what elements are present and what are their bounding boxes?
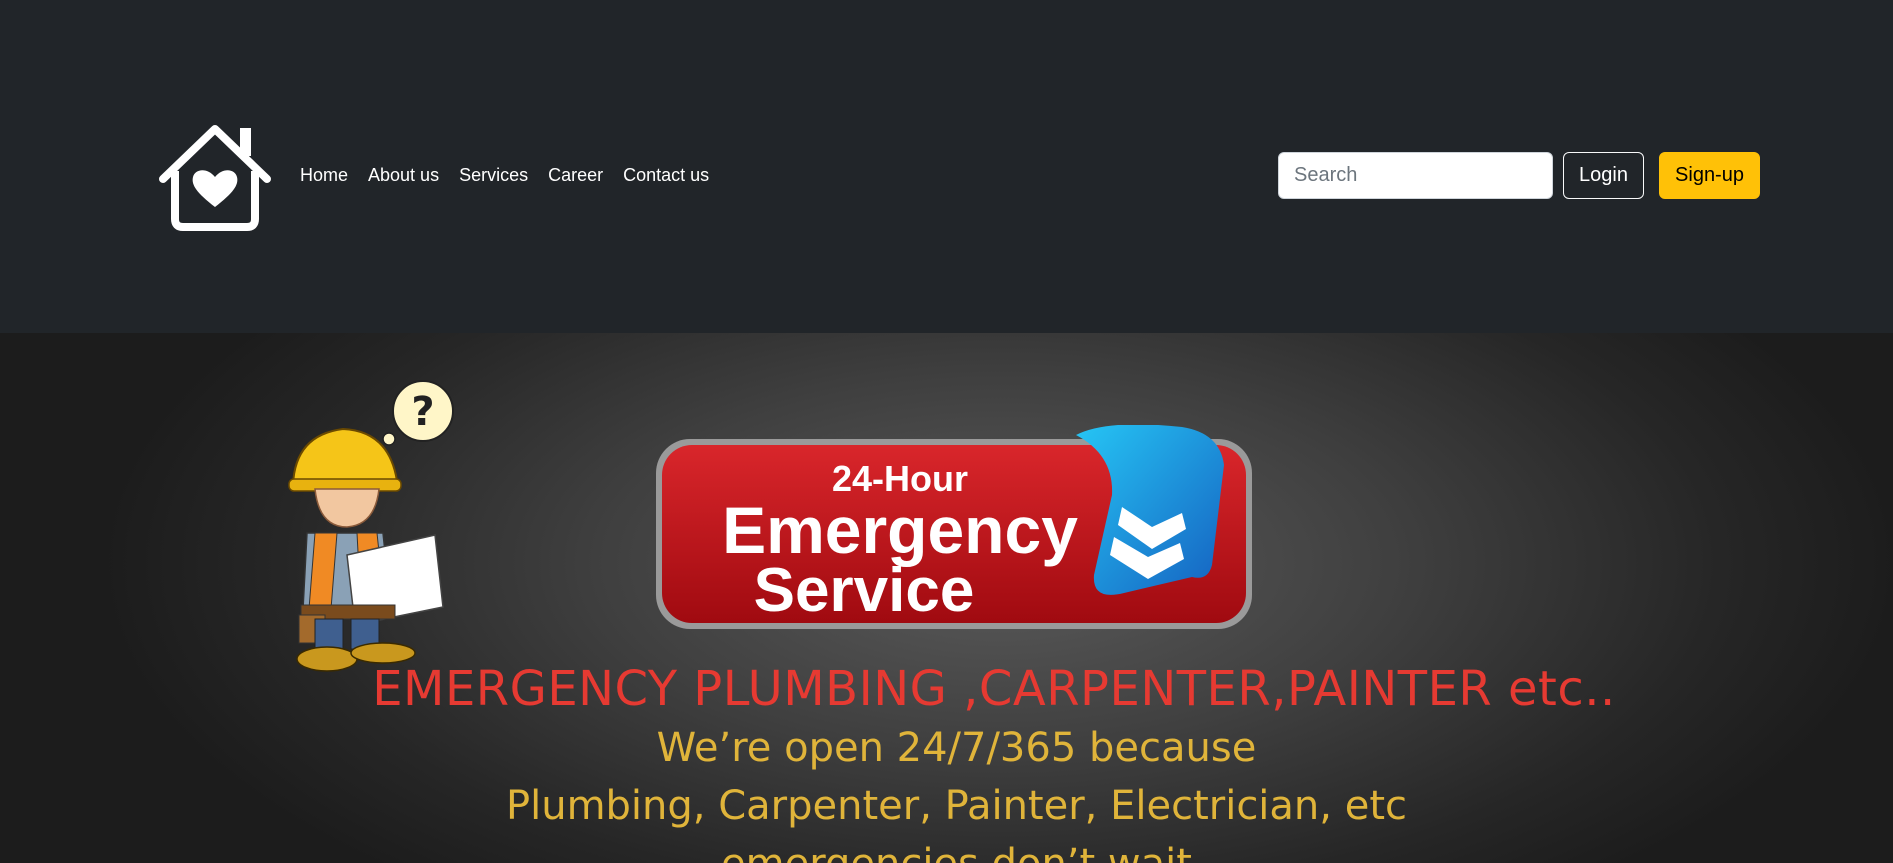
nav-links: Home About us Services Career Contact us: [300, 163, 729, 187]
thought-bubble: ?: [376, 380, 454, 456]
hero-subtext-line-3: emergencies don’t wait: [0, 841, 1893, 863]
construction-worker-illustration: ?: [288, 380, 454, 672]
signup-button[interactable]: Sign-up: [1659, 152, 1760, 199]
nav-link-about-us[interactable]: About us: [368, 163, 439, 187]
navbar: Home About us Services Career Contact us…: [0, 0, 1893, 333]
emergency-headline: EMERGENCY PLUMBING ,CARPENTER,PAINTER et…: [372, 661, 1616, 717]
house-heart-icon[interactable]: [155, 121, 275, 231]
login-button[interactable]: Login: [1563, 152, 1644, 199]
hero-subtext-line-1: We’re open 24/7/365 because: [656, 725, 1257, 771]
emergency-service-badge: 24-Hour Emergency Service: [656, 425, 1252, 629]
question-mark: ?: [411, 389, 434, 435]
hero-banner: ? 24-Hour Emergency Service EMERGENCY PL…: [0, 333, 1893, 863]
nav-link-career[interactable]: Career: [548, 163, 603, 187]
search-input[interactable]: [1278, 152, 1553, 199]
hero-subtext-line-2: Plumbing, Carpenter, Painter, Electricia…: [505, 783, 1407, 829]
nav-link-services[interactable]: Services: [459, 163, 528, 187]
nav-link-contact-us[interactable]: Contact us: [623, 163, 709, 187]
badge-line-3: Service: [754, 556, 975, 625]
nav-link-home[interactable]: Home: [300, 163, 348, 187]
